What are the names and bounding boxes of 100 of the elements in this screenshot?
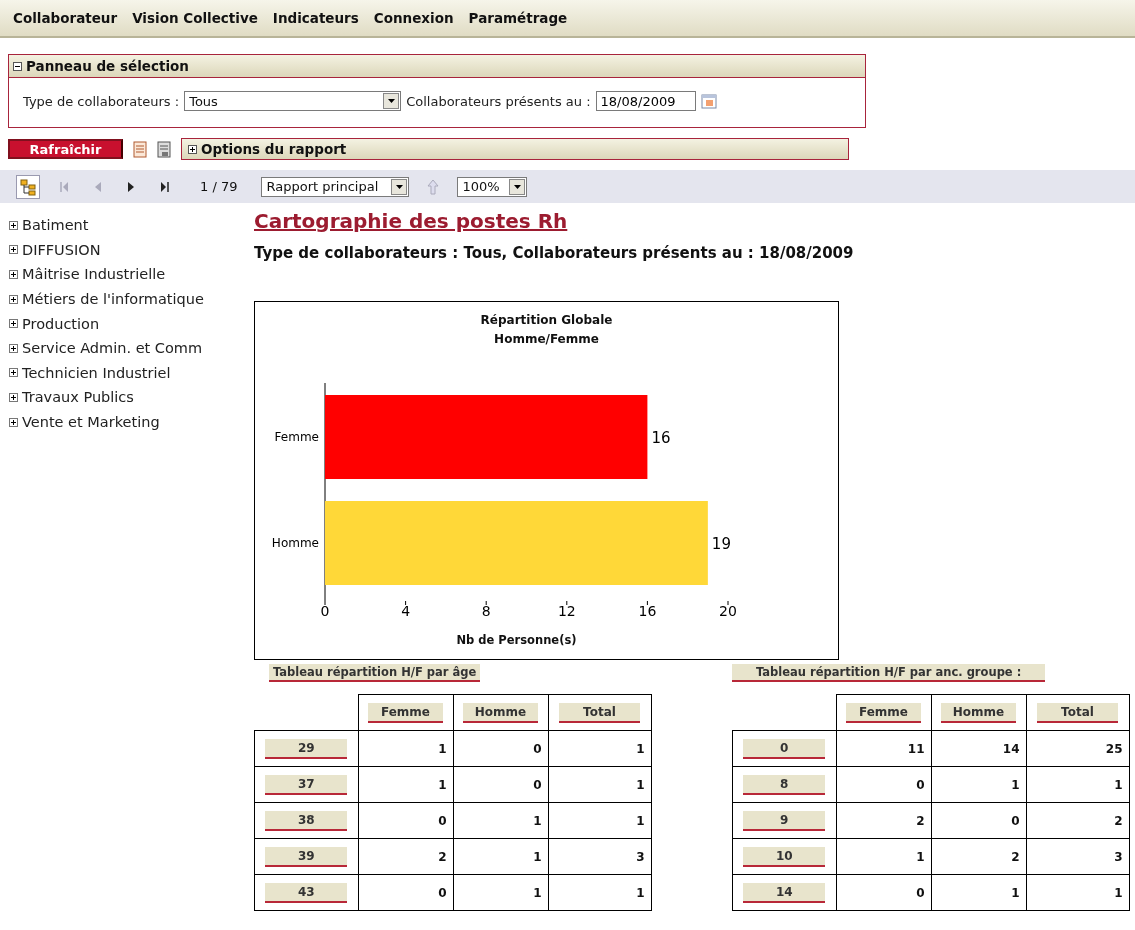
row-header: 0 — [743, 738, 826, 759]
column-header: Homme — [462, 702, 539, 723]
row-header: 38 — [265, 810, 348, 831]
report-title[interactable]: Cartographie des postes Rh — [254, 209, 568, 233]
table-cell: 1 — [438, 777, 447, 792]
table-cell: 1 — [1011, 777, 1020, 792]
table-cell: 1 — [533, 813, 542, 828]
tick-mark — [324, 600, 326, 606]
data-label: 19 — [711, 535, 731, 553]
table-cell: 1 — [533, 849, 542, 864]
panel-title: Panneau de sélection — [26, 58, 189, 74]
tree-item[interactable]: Vente et Marketing — [22, 414, 160, 431]
row-header: 43 — [265, 882, 348, 903]
table-cell: 0 — [438, 813, 447, 828]
expand-icon[interactable] — [9, 294, 18, 304]
column-header: Homme — [940, 702, 1017, 723]
table-cell: 1 — [533, 885, 542, 900]
menu-item[interactable]: Paramétrage — [468, 10, 568, 26]
table-cell: 2 — [1011, 849, 1020, 864]
menu-item[interactable]: Vision Collective — [132, 10, 258, 26]
row-header: 9 — [743, 810, 826, 831]
tick-label: 4 — [401, 603, 411, 619]
expand-icon[interactable] — [188, 144, 197, 154]
table-cell: 0 — [533, 741, 542, 756]
table-cell: 14 — [1002, 741, 1020, 756]
collapse-icon[interactable] — [13, 61, 22, 71]
last-page-icon[interactable] — [161, 181, 169, 192]
row-header: 14 — [743, 882, 826, 903]
tree-item[interactable]: Batiment — [22, 217, 89, 234]
table-cell: 2 — [438, 849, 447, 864]
zoom-select[interactable]: 100% — [457, 176, 528, 197]
tick-mark — [405, 600, 407, 606]
expand-icon[interactable] — [9, 392, 18, 402]
refresh-button[interactable]: Rafraîchir — [8, 139, 123, 159]
menu-item[interactable]: Indicateurs — [272, 10, 359, 26]
chart-title: Répartition Globale Homme/Femme — [479, 312, 614, 348]
column-header: Total — [558, 702, 641, 723]
tick-mark — [646, 600, 648, 606]
panel-title: Options du rapport — [201, 141, 347, 157]
field-label: Collaborateurs présents au : — [406, 93, 591, 109]
tree-item[interactable]: Travaux Publics — [22, 389, 134, 406]
expand-icon[interactable] — [9, 319, 18, 329]
tree-item[interactable]: Métiers de l'informatique — [22, 291, 204, 308]
tick-mark — [485, 600, 487, 606]
report-subtitle: Type de collaborateurs : Tous, Collaborateurs présents au : 18/08/2009 — [254, 244, 855, 262]
table-cell: 1 — [1011, 885, 1020, 900]
tick-label: 8 — [481, 603, 491, 619]
tick-mark — [727, 600, 729, 606]
table-title: Tableau répartition H/F par âge — [269, 664, 481, 682]
expand-icon[interactable] — [9, 368, 18, 378]
expand-icon[interactable] — [9, 270, 18, 279]
row-header: 37 — [265, 774, 348, 795]
tick-label: 12 — [557, 603, 576, 619]
tree-item[interactable]: Technicien Industriel — [22, 364, 171, 381]
table-cell: 1 — [1114, 777, 1123, 792]
row-header: 29 — [265, 738, 348, 759]
menu-item[interactable]: Connexion — [373, 10, 454, 26]
expand-icon[interactable] — [9, 343, 18, 353]
tick-label: 0 — [320, 603, 330, 619]
tree-toggle-icon[interactable] — [16, 174, 40, 199]
tick-label: 20 — [719, 603, 737, 619]
table-cell: 1 — [636, 885, 645, 900]
data-label: 16 — [651, 429, 671, 447]
column-header: Femme — [845, 702, 922, 723]
table-cell: 0 — [438, 885, 447, 900]
table-cell: 3 — [1114, 849, 1123, 864]
next-page-icon[interactable] — [128, 181, 134, 192]
table-cell: 2 — [916, 813, 925, 828]
tick-mark — [566, 600, 568, 606]
expand-icon[interactable] — [9, 417, 18, 427]
category-label: Femme — [274, 430, 319, 444]
report-select[interactable]: Rapport principal — [261, 176, 410, 197]
expand-icon[interactable] — [9, 220, 18, 230]
tree-item[interactable]: DIFFUSION — [22, 241, 101, 258]
field-label: Type de collaborateurs : — [23, 93, 180, 109]
table-cell: 0 — [916, 885, 925, 900]
table-cell: 1 — [636, 813, 645, 828]
tree-item[interactable]: Mâitrise Industrielle — [22, 266, 166, 283]
table-cell: 3 — [636, 849, 645, 864]
table-cell: 0 — [1011, 813, 1020, 828]
table-cell: 1 — [438, 741, 447, 756]
row-header: 8 — [743, 774, 826, 795]
table-cell: 11 — [907, 741, 925, 756]
axis-title: Nb de Personne(s) — [455, 633, 578, 647]
type-select[interactable]: Tous — [184, 91, 402, 111]
table-cell: 1 — [916, 849, 925, 864]
tick-label: 16 — [638, 603, 657, 619]
expand-icon[interactable] — [9, 245, 18, 255]
page-counter: 1 / 79 — [200, 179, 238, 194]
tree-item[interactable]: Production — [22, 315, 100, 332]
table-title: Tableau répartition H/F par anc. groupe : — [732, 664, 1046, 682]
table-cell: 2 — [1114, 813, 1123, 828]
print-document-icon[interactable] — [157, 140, 171, 158]
table-cell: 0 — [533, 777, 542, 792]
menu-item[interactable]: Collaborateur — [13, 10, 118, 26]
table-cell: 0 — [916, 777, 925, 792]
tree-item[interactable]: Service Admin. et Comm — [22, 340, 203, 357]
table-cell: 1 — [1114, 885, 1123, 900]
column-header: Total — [1036, 702, 1119, 723]
date-field[interactable]: 18/08/2009 — [595, 91, 696, 111]
